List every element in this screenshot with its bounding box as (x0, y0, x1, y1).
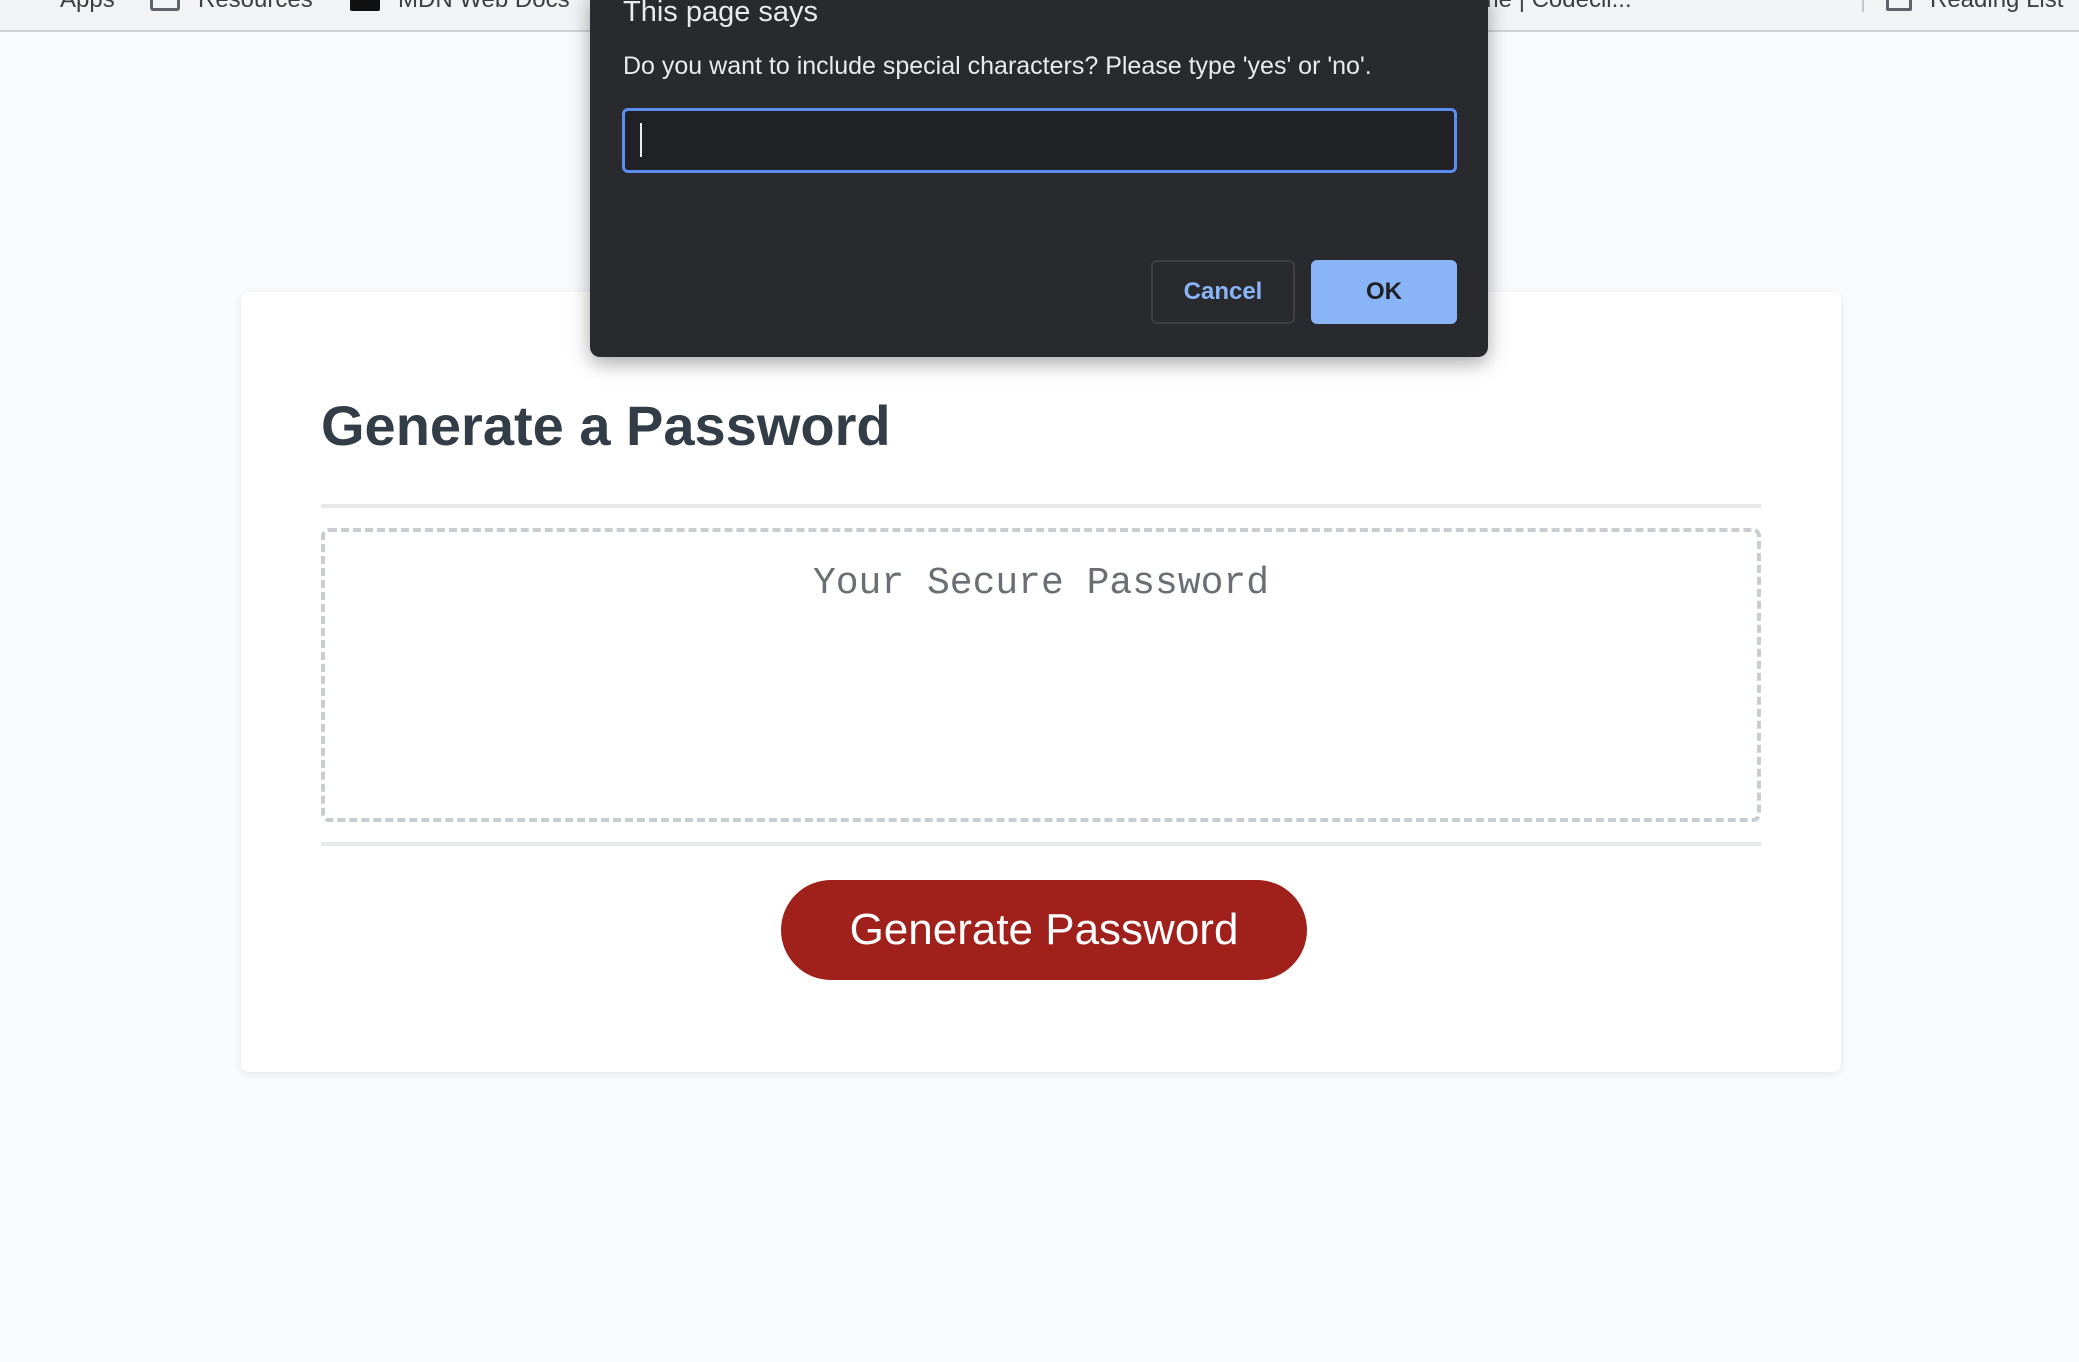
bookmark-reading-list[interactable]: Reading List (1886, 0, 2063, 14)
divider (321, 842, 1761, 846)
bookmark-label: Resources (198, 0, 313, 14)
text-caret (640, 123, 642, 157)
reading-list-icon (1886, 0, 1912, 11)
divider (321, 504, 1761, 508)
password-placeholder: Your Secure Password (812, 562, 1270, 605)
password-output[interactable]: Your Secure Password (321, 528, 1761, 822)
apps-icon (12, 0, 42, 11)
bookmark-label: Apps (60, 0, 115, 14)
mdn-icon (350, 0, 380, 11)
bookmark-mdn[interactable]: MDN Web Docs (350, 0, 570, 14)
bookmark-label: MDN Web Docs (398, 0, 570, 14)
dialog-title: This page says (623, 0, 819, 28)
bookmark-resources[interactable]: Resources (150, 0, 313, 14)
page-title: Generate a Password (321, 394, 891, 457)
bookmark-separator (1862, 0, 1864, 12)
prompt-input[interactable] (622, 108, 1457, 173)
bookmark-label: Reading List (1930, 0, 2063, 14)
dialog-message: Do you want to include special character… (623, 52, 1372, 80)
password-card: Generate a Password Your Secure Password… (241, 292, 1841, 1072)
bookmark-apps[interactable]: Apps (12, 0, 115, 14)
ok-button[interactable]: OK (1311, 260, 1457, 324)
cancel-button[interactable]: Cancel (1151, 260, 1295, 324)
generate-password-button[interactable]: Generate Password (781, 880, 1307, 980)
folder-icon (150, 0, 180, 11)
prompt-dialog: This page says Do you want to include sp… (590, 0, 1488, 357)
